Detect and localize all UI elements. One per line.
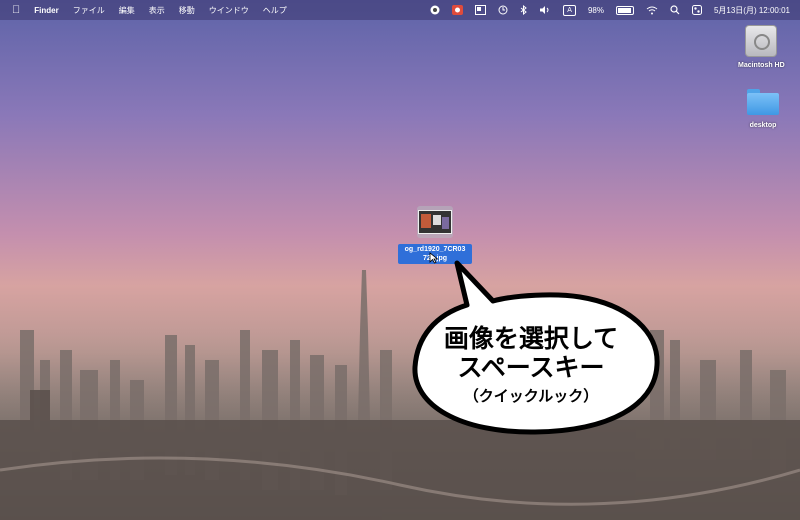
search-icon[interactable] bbox=[670, 5, 680, 15]
menu-go[interactable]: 移動 bbox=[179, 5, 195, 16]
screen-mirroring-icon[interactable] bbox=[475, 5, 487, 15]
callout-line-3: （クイックルック） bbox=[463, 387, 599, 405]
callout-line-2: スペースキー bbox=[457, 353, 605, 382]
apple-menu-icon[interactable]:  bbox=[12, 4, 20, 16]
menu-clock[interactable]: 5月13日(月) 12:00:01 bbox=[714, 5, 790, 16]
input-source-indicator[interactable]: A bbox=[563, 4, 576, 16]
volume-icon[interactable] bbox=[539, 5, 551, 15]
menu-bar:  Finder ファイル 編集 表示 移動 ウインドウ ヘルプ A 98% bbox=[0, 0, 800, 20]
desktop-icon-label: desktop bbox=[749, 122, 777, 129]
file-thumbnail bbox=[417, 206, 453, 238]
record-icon[interactable] bbox=[430, 5, 440, 15]
image-thumbnail-icon bbox=[418, 210, 452, 234]
app-status-icon[interactable] bbox=[452, 5, 464, 15]
time-machine-icon[interactable] bbox=[498, 5, 508, 15]
menu-app-name[interactable]: Finder bbox=[34, 6, 58, 15]
desktop-icon-macintosh-hd[interactable]: Macintosh HD bbox=[738, 25, 785, 69]
desktop-icon-desktop-folder[interactable]: desktop bbox=[747, 89, 779, 129]
battery-icon[interactable] bbox=[615, 5, 634, 15]
desktop-icon-label: Macintosh HD bbox=[738, 62, 785, 69]
wifi-icon[interactable] bbox=[646, 6, 658, 15]
menu-view[interactable]: 表示 bbox=[149, 5, 165, 16]
control-center-icon[interactable] bbox=[691, 5, 702, 15]
bluetooth-icon[interactable] bbox=[520, 5, 528, 15]
callout-line-1: 画像を選択して bbox=[443, 324, 619, 353]
menu-file[interactable]: ファイル bbox=[73, 5, 105, 16]
hard-drive-icon bbox=[745, 25, 778, 57]
menu-edit[interactable]: 編集 bbox=[119, 5, 135, 16]
menu-help[interactable]: ヘルプ bbox=[263, 5, 287, 16]
battery-percent: 98% bbox=[587, 5, 604, 15]
city-skyline-wallpaper bbox=[0, 270, 800, 520]
menu-window[interactable]: ウインドウ bbox=[209, 5, 249, 16]
folder-icon bbox=[747, 89, 779, 115]
